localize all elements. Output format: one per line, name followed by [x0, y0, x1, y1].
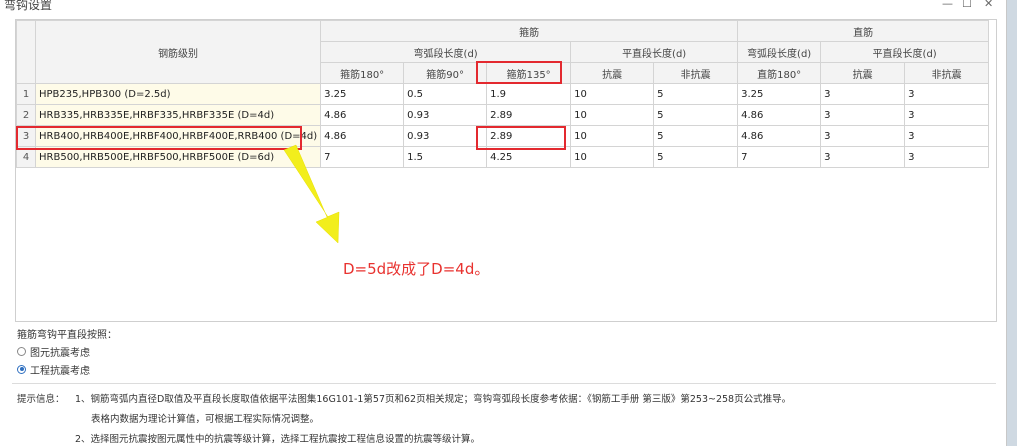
value-cell[interactable]: 10 [570, 146, 655, 168]
value-cell[interactable]: 4.86 [737, 125, 822, 147]
value-cell[interactable]: 3.25 [737, 83, 822, 105]
table-row: 4 HRB500,HRB500E,HRBF500,HRBF500E (D=6d)… [16, 146, 990, 168]
column-header: 箍筋180° [320, 62, 405, 84]
column-header: 直筋180° [737, 62, 822, 84]
value-cell[interactable]: 3 [904, 104, 990, 126]
tips-line-2: 表格内数据为理论计算值，可根据工程实际情况调整。 [91, 414, 320, 425]
value-cell[interactable]: 5 [653, 125, 739, 147]
value-cell[interactable]: 1.9 [486, 83, 572, 105]
value-cell[interactable]: 2.89 [486, 125, 572, 147]
value-cell[interactable]: 3.25 [320, 83, 405, 105]
hook-table: 钢筋级别 箍筋 直筋 弯弧段长度(d) 平直段长度(d) 弯弧段长度(d) 平直… [16, 20, 990, 168]
radio-project-seismic[interactable]: 工程抗震考虑 [17, 362, 90, 377]
corner-cell [16, 20, 36, 84]
radio-label: 图元抗震考虑 [30, 347, 90, 359]
value-cell[interactable]: 4.86 [737, 104, 822, 126]
column-header: 抗震 [820, 62, 906, 84]
table-row: 2 HRB335,HRB335E,HRBF335,HRBF335E (D=4d)… [16, 104, 990, 126]
grade-cell[interactable]: HPB235,HPB300 (D=2.5d) [34, 83, 322, 105]
tips-line-1: 1、钢筋弯弧内直径D取值及平直段长度取值依据平法图集16G101-1第57页和6… [75, 394, 792, 405]
value-cell[interactable]: 3 [820, 104, 906, 126]
column-header: 非抗震 [904, 62, 990, 84]
value-cell[interactable]: 3 [820, 125, 906, 147]
title-bar: 弯钩设置 — ☐ ✕ [0, 0, 1006, 14]
radio-label: 工程抗震考虑 [30, 365, 90, 377]
value-cell[interactable]: 0.93 [403, 104, 488, 126]
stirrup-group-header: 箍筋 [320, 20, 739, 42]
background-app [1006, 0, 1017, 446]
value-cell[interactable]: 4.86 [320, 125, 405, 147]
stirrup-flat-header: 平直段长度(d) [570, 41, 739, 63]
value-cell[interactable]: 5 [653, 146, 739, 168]
row-number: 3 [16, 125, 36, 147]
value-cell[interactable]: 4.86 [320, 104, 405, 126]
straight-group-header: 直筋 [737, 20, 990, 42]
radio-element-seismic[interactable]: 图元抗震考虑 [17, 344, 90, 359]
value-cell[interactable]: 0.5 [403, 83, 488, 105]
column-header: 箍筋135° [486, 62, 572, 84]
column-header: 抗震 [570, 62, 655, 84]
value-cell[interactable]: 7 [320, 146, 405, 168]
annotation-text: D=5d改成了D=4d。 [343, 260, 490, 278]
value-cell[interactable]: 1.5 [403, 146, 488, 168]
value-cell[interactable]: 5 [653, 104, 739, 126]
grade-cell[interactable]: HRB400,HRB400E,HRBF400,HRBF400E,RRB400 (… [34, 125, 322, 147]
value-cell[interactable]: 10 [570, 104, 655, 126]
radio-checked-icon [17, 364, 26, 374]
dialog-title: 弯钩设置 [4, 0, 53, 12]
column-header: 非抗震 [653, 62, 739, 84]
hook-table-panel: 钢筋级别 箍筋 直筋 弯弧段长度(d) 平直段长度(d) 弯弧段长度(d) 平直… [15, 19, 997, 322]
radio-circle-icon [17, 346, 26, 356]
value-cell[interactable]: 3 [820, 83, 906, 105]
row-number: 4 [16, 146, 36, 168]
stirrup-arc-header: 弯弧段长度(d) [320, 41, 572, 63]
grade-cell[interactable]: HRB335,HRB335E,HRBF335,HRBF335E (D=4d) [34, 104, 322, 126]
value-cell[interactable]: 2.89 [486, 104, 572, 126]
tips-heading: 提示信息： [17, 394, 65, 405]
straight-arc-header: 弯弧段长度(d) [737, 41, 822, 63]
table-row: 3 HRB400,HRB400E,HRBF400,HRBF400E,RRB400… [16, 125, 990, 147]
value-cell[interactable]: 3 [904, 125, 990, 147]
maximize-button[interactable]: ☐ [962, 0, 972, 10]
grade-cell[interactable]: HRB500,HRB500E,HRBF500,HRBF500E (D=6d) [34, 146, 322, 168]
value-cell[interactable]: 10 [570, 83, 655, 105]
value-cell[interactable]: 3 [820, 146, 906, 168]
minimize-button[interactable]: — [942, 0, 953, 10]
tips-line-3: 2、选择图元抗震按图元属性中的抗震等级计算，选择工程抗震按工程信息设置的抗震等级… [75, 434, 481, 445]
hook-settings-dialog: 弯钩设置 — ☐ ✕ 钢筋级别 箍筋 直筋 弯弧段长度(d) 平直段长度(d) … [0, 0, 1007, 446]
close-button[interactable]: ✕ [984, 0, 993, 10]
value-cell[interactable]: 4.25 [486, 146, 572, 168]
column-header: 箍筋90° [403, 62, 488, 84]
grade-header: 钢筋级别 [34, 20, 322, 84]
row-number: 1 [16, 83, 36, 105]
table-row: 1 HPB235,HPB300 (D=2.5d) 3.25 0.5 1.9 10… [16, 83, 990, 105]
divider [12, 383, 996, 384]
value-cell[interactable]: 5 [653, 83, 739, 105]
flat-section-label: 箍筋弯钩平直段按照： [17, 330, 117, 341]
value-cell[interactable]: 10 [570, 125, 655, 147]
straight-flat-header: 平直段长度(d) [820, 41, 990, 63]
value-cell[interactable]: 3 [904, 83, 990, 105]
row-number: 2 [16, 104, 36, 126]
value-cell[interactable]: 0.93 [403, 125, 488, 147]
value-cell[interactable]: 3 [904, 146, 990, 168]
value-cell[interactable]: 7 [737, 146, 822, 168]
